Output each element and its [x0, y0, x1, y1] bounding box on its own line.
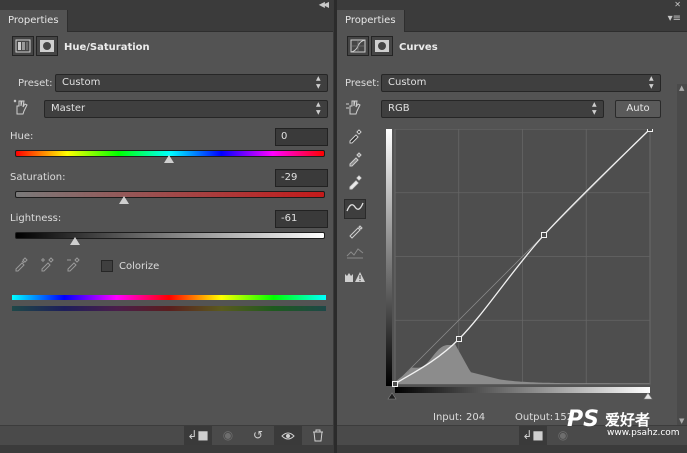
clipping-warning-icon[interactable] — [344, 270, 366, 290]
watermark-url: www.psahz.com — [607, 428, 680, 438]
colorize-label: Colorize — [119, 261, 160, 272]
curve-control-point[interactable] — [541, 232, 547, 238]
saturation-slider-thumb[interactable] — [119, 196, 130, 204]
dropdown-arrows-icon: ▲ ▼ — [316, 101, 321, 116]
reset-icon[interactable]: ↺ — [244, 426, 272, 445]
curve-control-point[interactable] — [456, 336, 462, 342]
white-point-slider[interactable] — [643, 392, 653, 400]
double-chevron-left-icon[interactable]: ◀◀ — [319, 0, 329, 10]
input-color-range-bar — [12, 295, 326, 300]
preset-dropdown[interactable]: Custom ▲ ▼ — [381, 74, 661, 92]
output-color-range-bar — [12, 306, 326, 311]
output-gradient-bar — [386, 129, 392, 386]
panel-tab-bar: Properties ▾≡ — [337, 10, 687, 32]
lightness-label: Lightness: — [10, 213, 62, 224]
preset-value: Custom — [388, 77, 427, 88]
site-watermark: PS 爱好者 www.psahz.com — [567, 405, 683, 439]
panel-footer — [0, 445, 333, 453]
preset-value: Custom — [62, 77, 101, 88]
channel-value: RGB — [388, 103, 410, 114]
eyedropper-white-point-icon[interactable] — [344, 174, 366, 194]
curve-control-point[interactable] — [647, 126, 653, 132]
auto-button[interactable]: Auto — [615, 100, 661, 118]
input-value: 204 — [466, 412, 486, 423]
targeted-adjustment-hand-icon[interactable] — [10, 98, 32, 118]
preset-label: Preset: — [18, 78, 53, 89]
panel-scrollbar[interactable]: ▲ ▼ — [677, 84, 687, 425]
curves-properties-panel: ✕ Properties ▾≡ Curves Preset: Custom ▲ ▼… — [337, 0, 687, 453]
channel-dropdown[interactable]: RGB ▲ ▼ — [381, 100, 604, 118]
lightness-slider-thumb[interactable] — [70, 237, 81, 245]
trash-icon[interactable] — [304, 426, 332, 445]
curves-graph[interactable] — [386, 126, 653, 400]
adjustment-title: Curves — [399, 42, 438, 53]
hue-label: Hue: — [10, 131, 34, 142]
layer-mask-icon[interactable] — [371, 36, 393, 56]
scroll-up-icon[interactable]: ▲ — [679, 84, 684, 92]
view-previous-state-icon[interactable]: ◉ — [214, 426, 242, 445]
preset-label: Preset: — [345, 78, 380, 89]
lightness-value-field[interactable]: -61 — [275, 210, 328, 228]
clip-to-layer-icon[interactable]: ↲■ — [519, 426, 547, 445]
colorize-checkbox[interactable] — [101, 260, 113, 272]
smooth-curve-icon[interactable] — [344, 246, 366, 266]
curves-graph-svg[interactable] — [386, 126, 653, 400]
panel-bottom-toolbar: ↲■ ◉ ↺ — [0, 425, 333, 445]
channel-value: Master — [51, 103, 86, 114]
dropdown-arrows-icon: ▲ ▼ — [316, 75, 321, 90]
channel-dropdown[interactable]: Master ▲ ▼ — [44, 100, 328, 118]
eyedropper-icon[interactable] — [10, 256, 32, 276]
hue-saturation-adjustment-icon — [12, 36, 34, 56]
saturation-value-field[interactable]: -29 — [275, 169, 328, 187]
adjustment-title: Hue/Saturation — [64, 42, 150, 53]
curve-points-tool-icon[interactable] — [344, 199, 366, 219]
dropdown-arrows-icon: ▲ ▼ — [592, 101, 597, 116]
hue-slider-thumb[interactable] — [164, 155, 174, 163]
layer-mask-icon[interactable] — [36, 36, 58, 56]
input-label: Input: — [433, 412, 463, 423]
watermark-logo: PS — [567, 407, 599, 432]
preset-dropdown[interactable]: Custom ▲ ▼ — [55, 74, 328, 92]
eyedropper-add-icon[interactable] — [36, 256, 58, 276]
panel-top-strip — [0, 0, 333, 10]
saturation-slider-track[interactable] — [15, 191, 325, 198]
output-label: Output: — [515, 412, 554, 423]
black-point-slider[interactable] — [387, 392, 397, 400]
tab-properties[interactable]: Properties — [337, 10, 405, 32]
panel-menu-icon[interactable]: ▾≡ — [668, 13, 681, 24]
eyedropper-gray-point-icon[interactable] — [344, 151, 366, 171]
targeted-adjustment-hand-icon[interactable] — [343, 98, 365, 118]
lightness-slider-track[interactable] — [15, 232, 325, 239]
eye-icon[interactable] — [274, 426, 302, 445]
close-icon[interactable]: ✕ — [674, 0, 681, 10]
curves-adjustment-icon — [347, 36, 369, 56]
panel-top-strip — [337, 0, 687, 10]
input-gradient-bar — [395, 387, 650, 393]
curve-control-point[interactable] — [392, 381, 398, 387]
clip-to-layer-icon[interactable]: ↲■ — [184, 426, 212, 445]
tab-properties[interactable]: Properties — [0, 10, 68, 32]
hue-value-field[interactable]: 0 — [275, 128, 328, 146]
watermark-chinese-text: 爱好者 — [605, 411, 651, 429]
panel-footer — [337, 445, 687, 453]
saturation-label: Saturation: — [10, 172, 66, 183]
eyedropper-subtract-icon[interactable] — [62, 256, 84, 276]
eyedropper-black-point-icon[interactable] — [344, 128, 366, 148]
dropdown-arrows-icon: ▲ ▼ — [649, 75, 654, 90]
pencil-draw-icon[interactable] — [344, 223, 366, 243]
panel-tab-bar: Properties — [0, 10, 333, 32]
hue-saturation-properties-panel: ◀◀ Properties Hue/Saturation Preset: Cus… — [0, 0, 334, 453]
